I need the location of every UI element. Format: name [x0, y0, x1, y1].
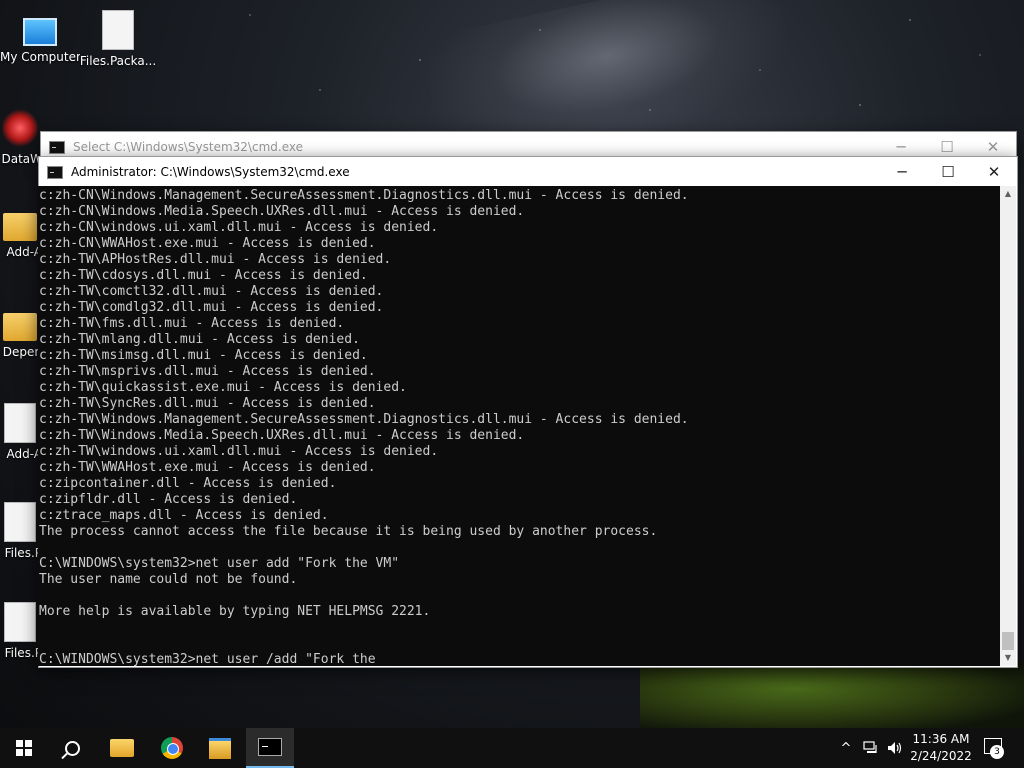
computer-icon [23, 18, 57, 46]
file-icon [4, 602, 36, 642]
search-icon [64, 740, 80, 756]
file-explorer-icon [110, 739, 134, 757]
taskbar-chrome[interactable] [148, 728, 196, 768]
taskbar-cmd[interactable] [246, 728, 294, 768]
file-icon [4, 502, 36, 542]
cmd-window-title: Administrator: C:\Windows\System32\cmd.e… [71, 165, 350, 179]
scroll-thumb[interactable] [1002, 632, 1014, 650]
cmd-icon [49, 140, 65, 154]
folder-icon [3, 213, 37, 241]
taskbar-clock[interactable]: 11:36 AM 2/24/2022 [906, 731, 976, 765]
explorer-folder-icon [209, 737, 231, 759]
wallpaper-ground [640, 660, 1024, 732]
clock-time: 11:36 AM [912, 732, 970, 746]
app-icon [2, 108, 38, 148]
network-icon[interactable] [860, 728, 882, 768]
scroll-up-arrow-icon[interactable]: ▲ [1000, 186, 1016, 202]
console-text[interactable]: c:zh-CN\Windows.Management.SecureAssessm… [38, 186, 1000, 666]
windows-start-icon [16, 740, 32, 756]
desktop-icon-files-package[interactable]: Files.Packa... [78, 10, 158, 68]
cmd-window-titlebar[interactable]: Administrator: C:\Windows\System32\cmd.e… [39, 157, 1017, 187]
file-icon [102, 10, 134, 50]
cmd-icon [258, 738, 282, 756]
maximize-button[interactable]: ☐ [925, 157, 971, 187]
start-button[interactable] [0, 728, 48, 768]
chrome-icon [161, 737, 183, 759]
clock-date: 2/24/2022 [910, 749, 972, 763]
minimize-button[interactable]: ─ [879, 157, 925, 187]
desktop-icon-label: My Computer [0, 50, 80, 64]
folder-icon [3, 313, 37, 341]
volume-icon[interactable] [884, 728, 906, 768]
close-button[interactable]: ✕ [971, 157, 1017, 187]
desktop-icon-my-computer[interactable]: My Computer [0, 10, 80, 64]
taskbar-file-explorer[interactable] [98, 728, 146, 768]
taskbar-explorer-folder[interactable] [196, 728, 244, 768]
taskbar: ^ 11:36 AM 2/24/2022 3 [0, 728, 1024, 768]
search-button[interactable] [48, 728, 96, 768]
shortcut-icon [4, 403, 36, 443]
tray-chevron-icon[interactable]: ^ [836, 728, 856, 768]
console-output[interactable]: c:zh-CN\Windows.Management.SecureAssessm… [38, 186, 1000, 666]
scroll-down-arrow-icon[interactable]: ▼ [1000, 650, 1016, 666]
notification-badge: 3 [990, 745, 1004, 759]
background-window-title: Select C:\Windows\System32\cmd.exe [73, 140, 303, 154]
console-scrollbar[interactable]: ▲ ▼ [1000, 186, 1016, 666]
cmd-icon [47, 165, 63, 179]
desktop-icon-label: Files.Packa... [79, 54, 157, 68]
